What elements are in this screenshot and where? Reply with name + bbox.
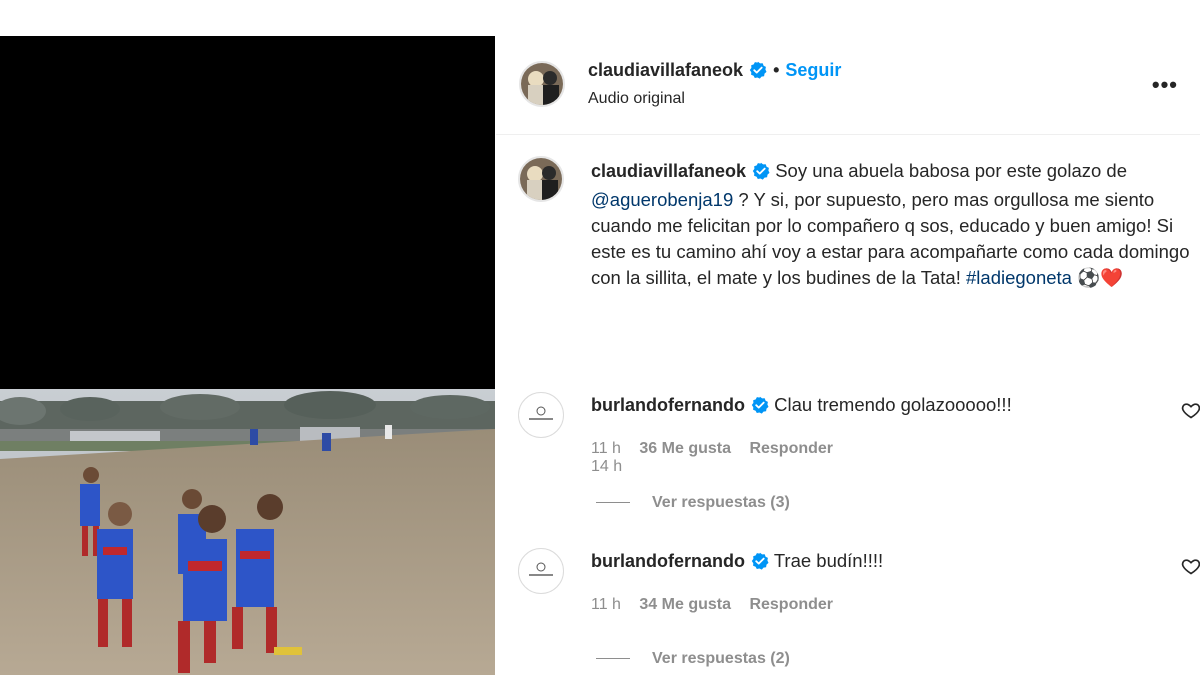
caption-body-part1: Soy una abuela babosa por este golazo de bbox=[775, 160, 1127, 181]
more-options-icon[interactable]: ••• bbox=[1152, 72, 1178, 98]
caption-text: claudiavillafaneok Soy una abuela babosa… bbox=[591, 158, 1191, 291]
separator-dot: • bbox=[773, 60, 780, 80]
reply-button[interactable]: Responder bbox=[749, 596, 833, 613]
comment-likes[interactable]: 36 Me gusta bbox=[639, 440, 731, 457]
caption-author-avatar[interactable] bbox=[518, 156, 564, 202]
header-author-row: claudiavillafaneok • Seguir bbox=[588, 60, 841, 84]
view-replies-label[interactable]: Ver respuestas (2) bbox=[652, 650, 790, 667]
heart-icon[interactable] bbox=[1181, 400, 1200, 425]
author-username[interactable]: claudiavillafaneok bbox=[588, 60, 743, 80]
verified-badge-icon bbox=[752, 161, 770, 187]
audio-label[interactable]: Audio original bbox=[588, 90, 685, 108]
heart-icon[interactable] bbox=[1181, 556, 1200, 581]
mention-link[interactable]: @aguerobenja19 bbox=[591, 189, 733, 210]
view-replies-button[interactable]: Ver respuestas (2) bbox=[596, 650, 790, 668]
post-video[interactable] bbox=[0, 36, 495, 675]
comment-timestamp[interactable]: 11 h bbox=[591, 596, 621, 613]
commenter-avatar[interactable] bbox=[518, 392, 564, 438]
comment-meta: 11 h 34 Me gusta Responder bbox=[591, 596, 847, 614]
replies-divider bbox=[596, 658, 630, 660]
verified-badge-icon bbox=[751, 552, 769, 575]
comment-timestamp[interactable]: 11 h bbox=[591, 440, 621, 457]
replies-divider bbox=[596, 502, 630, 504]
comment-text-row: burlandofernando Trae budín!!!! bbox=[591, 550, 883, 575]
comment-text: Clau tremendo golazooooo!!! bbox=[774, 394, 1012, 415]
commenter-username[interactable]: burlandofernando bbox=[591, 551, 745, 571]
verified-badge-icon bbox=[751, 396, 769, 419]
comment-meta: 11 h 36 Me gusta Responder bbox=[591, 440, 847, 458]
comment-item: burlandofernando Trae budín!!!! 11 h 34 … bbox=[518, 548, 1200, 688]
commenter-avatar[interactable] bbox=[518, 548, 564, 594]
reply-button[interactable]: Responder bbox=[749, 440, 833, 457]
comment-item: burlandofernando Clau tremendo golazoooo… bbox=[518, 392, 1200, 532]
view-replies-label[interactable]: Ver respuestas (3) bbox=[652, 494, 790, 511]
author-avatar[interactable] bbox=[519, 61, 565, 107]
video-frame-soccer-field bbox=[0, 389, 495, 675]
post-side-panel: claudiavillafaneok • Seguir Audio original… bbox=[496, 36, 1200, 675]
comment-text-row: burlandofernando Clau tremendo golazoooo… bbox=[591, 394, 1012, 419]
follow-button[interactable]: Seguir bbox=[785, 60, 841, 80]
hashtag-link[interactable]: #ladiegoneta bbox=[966, 267, 1072, 288]
verified-badge-icon bbox=[749, 61, 767, 84]
commenter-username[interactable]: burlandofernando bbox=[591, 395, 745, 415]
view-replies-button[interactable]: Ver respuestas (3) bbox=[596, 494, 790, 512]
comment-likes[interactable]: 34 Me gusta bbox=[639, 596, 731, 613]
post-header: claudiavillafaneok • Seguir Audio original… bbox=[496, 36, 1200, 135]
caption-emoji: ⚽❤️ bbox=[1077, 267, 1124, 288]
caption-author-username[interactable]: claudiavillafaneok bbox=[591, 161, 746, 181]
comment-text: Trae budín!!!! bbox=[773, 550, 884, 571]
